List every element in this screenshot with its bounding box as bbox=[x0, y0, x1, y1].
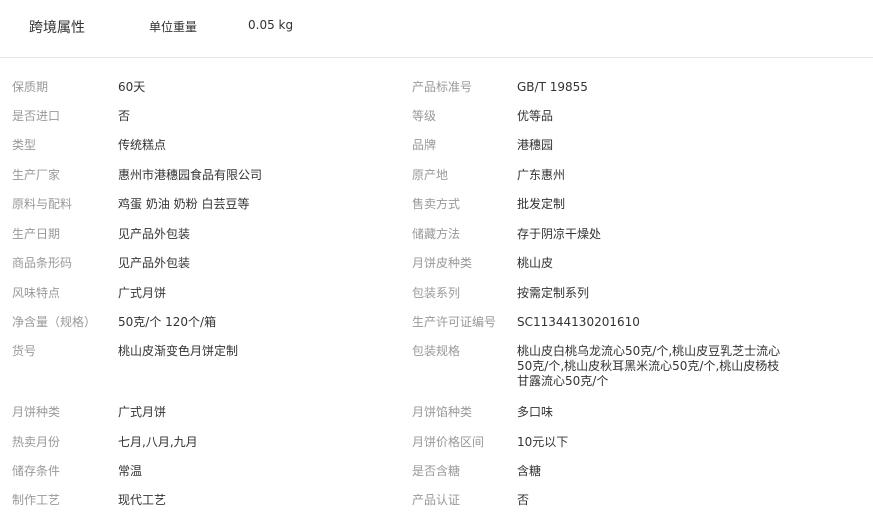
attribute-value: 否 bbox=[517, 493, 530, 507]
attribute-label: 原料与配料 bbox=[12, 197, 73, 211]
attribute-label: 保质期 bbox=[12, 80, 49, 94]
attribute-value: 桃山皮白桃乌龙流心50克/个,桃山皮豆乳芝士流心50克/个,桃山皮秋耳黑米流心5… bbox=[517, 344, 781, 388]
attribute-value: 否 bbox=[118, 109, 131, 123]
attribute-value: 广式月饼 bbox=[118, 405, 167, 419]
attribute-value: 惠州市港穗园食品有限公司 bbox=[118, 168, 263, 182]
attribute-label: 原产地 bbox=[412, 168, 449, 182]
attribute-label: 是否含糖 bbox=[412, 464, 461, 478]
attribute-value: 港穗园 bbox=[517, 138, 554, 152]
attribute-value: 鸡蛋 奶油 奶粉 白芸豆等 bbox=[118, 197, 250, 211]
attribute-value: 10元以下 bbox=[517, 435, 569, 449]
attribute-value: 常温 bbox=[118, 464, 143, 478]
attribute-value: 广东惠州 bbox=[517, 168, 566, 182]
attribute-value: 多口味 bbox=[517, 405, 554, 419]
attribute-value: 广式月饼 bbox=[118, 286, 167, 300]
attribute-value: 七月,八月,九月 bbox=[118, 435, 198, 449]
attribute-label: 月饼馅种类 bbox=[412, 405, 473, 419]
attribute-value: 传统糕点 bbox=[118, 138, 167, 152]
attribute-label: 包装系列 bbox=[412, 286, 461, 300]
attribute-label: 类型 bbox=[12, 138, 37, 152]
attribute-value: 桃山皮渐变色月饼定制 bbox=[118, 344, 239, 358]
attribute-label: 储藏方法 bbox=[412, 227, 461, 241]
unit-weight-label: 单位重量 bbox=[149, 20, 198, 34]
attribute-label: 制作工艺 bbox=[12, 493, 61, 507]
attribute-label: 是否进口 bbox=[12, 109, 61, 123]
attribute-label: 产品认证 bbox=[412, 493, 461, 507]
attribute-label: 储存条件 bbox=[12, 464, 61, 478]
attribute-label: 等级 bbox=[412, 109, 437, 123]
unit-weight-value: 0.05 kg bbox=[248, 18, 294, 32]
attribute-label: 商品条形码 bbox=[12, 256, 73, 270]
attribute-value: 现代工艺 bbox=[118, 493, 167, 507]
attribute-value: 50克/个 120个/箱 bbox=[118, 315, 217, 329]
attribute-label: 净含量（规格） bbox=[12, 315, 97, 329]
attribute-value: 存于阴凉干燥处 bbox=[517, 227, 602, 241]
attribute-value: GB/T 19855 bbox=[517, 80, 588, 94]
attribute-value: SC11344130201610 bbox=[517, 315, 640, 329]
attribute-label: 月饼皮种类 bbox=[412, 256, 473, 270]
attribute-value: 见产品外包装 bbox=[118, 256, 191, 270]
attribute-label: 品牌 bbox=[412, 138, 437, 152]
attribute-label: 生产厂家 bbox=[12, 168, 61, 182]
attribute-value: 桃山皮 bbox=[517, 256, 554, 270]
attribute-label: 热卖月份 bbox=[12, 435, 61, 449]
attribute-label: 包装规格 bbox=[412, 344, 461, 358]
attribute-value: 批发定制 bbox=[517, 197, 566, 211]
attribute-value: 优等品 bbox=[517, 109, 554, 123]
attribute-label: 生产日期 bbox=[12, 227, 61, 241]
attribute-label: 产品标准号 bbox=[412, 80, 473, 94]
attribute-label: 月饼价格区间 bbox=[412, 435, 485, 449]
attribute-value: 按需定制系列 bbox=[517, 286, 590, 300]
attribute-label: 生产许可证编号 bbox=[412, 315, 497, 329]
attribute-value: 见产品外包装 bbox=[118, 227, 191, 241]
cross-border-title: 跨境属性 bbox=[29, 20, 85, 36]
attribute-label: 售卖方式 bbox=[412, 197, 461, 211]
attribute-value: 60天 bbox=[118, 80, 146, 94]
cross-border-section: 跨境属性 单位重量 0.05 kg bbox=[0, 0, 873, 58]
attribute-label: 货号 bbox=[12, 344, 37, 358]
attribute-label: 风味特点 bbox=[12, 286, 61, 300]
attribute-label: 月饼种类 bbox=[12, 405, 61, 419]
attribute-value: 含糖 bbox=[517, 464, 542, 478]
